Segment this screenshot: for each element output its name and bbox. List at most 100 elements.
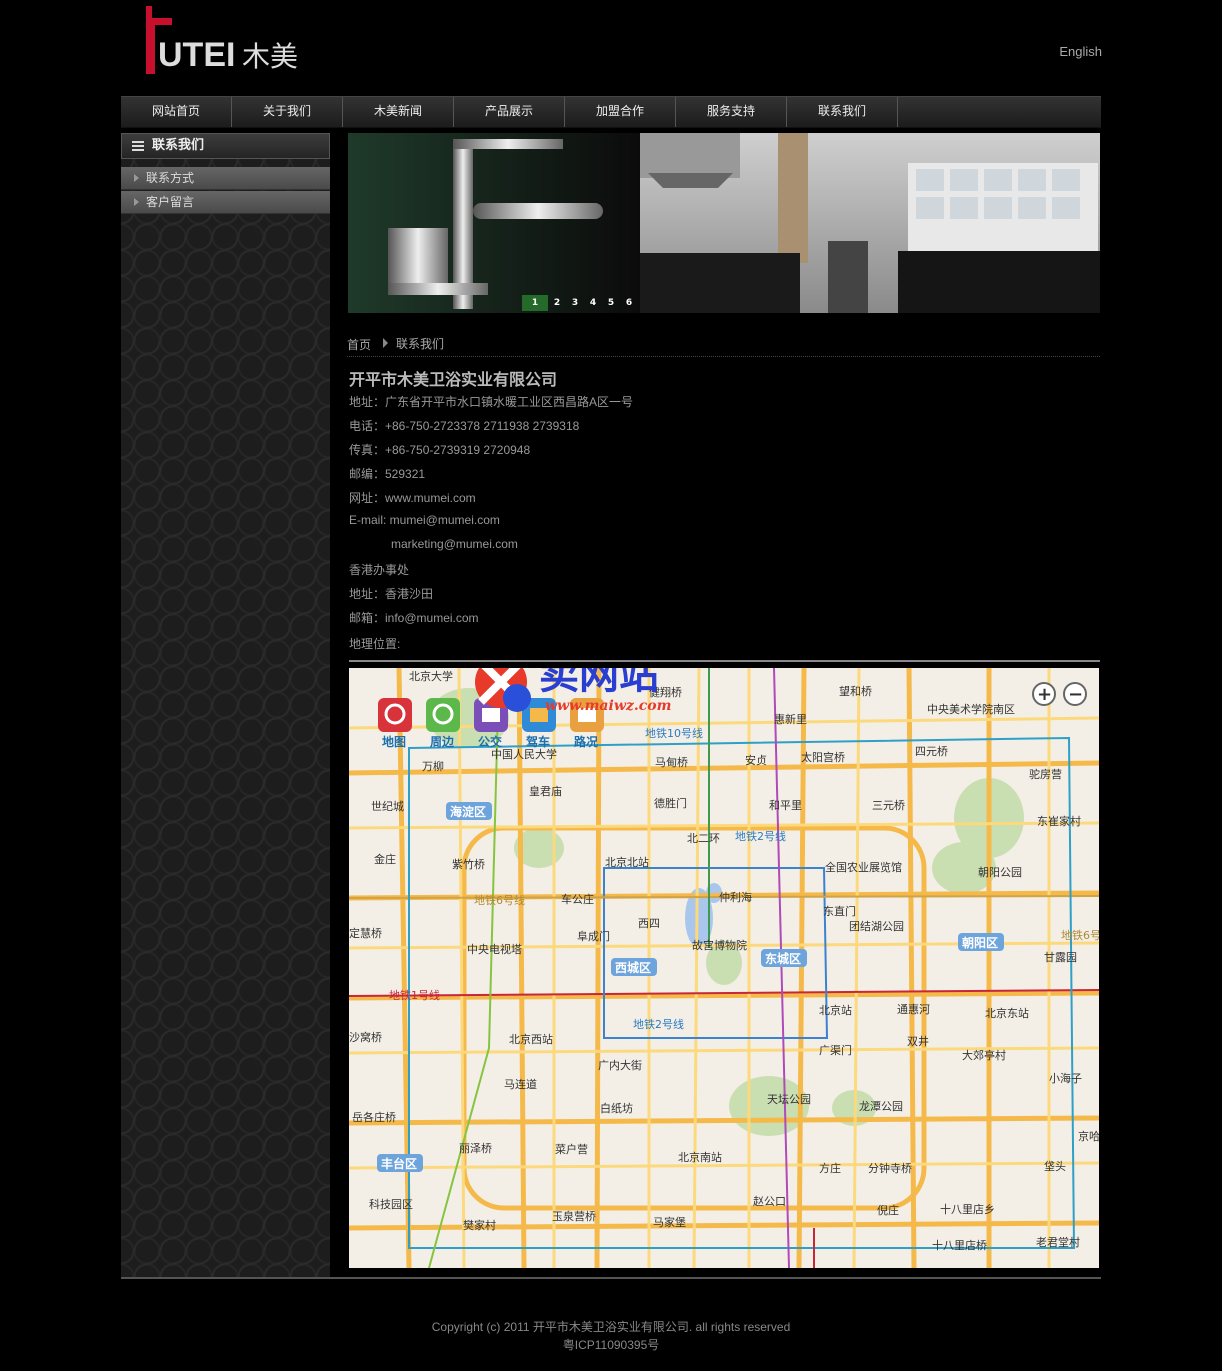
map-place-label: 北京站 xyxy=(819,1003,852,1017)
map-place-label: 甘露园 xyxy=(1044,951,1077,964)
map-place-label: 故宫博物院 xyxy=(692,938,747,952)
slide-pager: 1 2 3 4 5 6 xyxy=(522,295,638,311)
map-place-label: 全国农业展览馆 xyxy=(825,860,902,874)
map-tool-label: 公交 xyxy=(478,734,502,749)
map-place-label: 世纪城 xyxy=(371,800,404,813)
map-place-label: 马家堡 xyxy=(653,1215,686,1229)
map-place-label: 北京南站 xyxy=(678,1150,722,1164)
nav-support[interactable]: 服务支持 xyxy=(676,97,787,127)
map-place-label: 和平里 xyxy=(769,799,802,812)
map-place-label: 朝阳公园 xyxy=(978,866,1022,879)
map-place-label: 仲利海 xyxy=(719,890,752,904)
website-line: 网址：www.mumei.com xyxy=(349,491,476,505)
nav-news[interactable]: 木美新闻 xyxy=(343,97,454,127)
map-divider xyxy=(349,660,1100,662)
map-place-label: 北京东站 xyxy=(985,1006,1029,1020)
arrow-right-icon xyxy=(134,174,139,182)
subway-line-label: 地铁2号线 xyxy=(633,1017,684,1031)
list-icon xyxy=(132,141,144,151)
map-place-label: 十八里店乡 xyxy=(940,1202,995,1216)
banner-slideshow[interactable] xyxy=(348,133,1100,313)
slide-dot-3[interactable]: 3 xyxy=(566,295,584,311)
hk-address-line: 地址：香港沙田 xyxy=(349,587,434,601)
map-place-label: 望和桥 xyxy=(839,685,872,698)
nav-contact[interactable]: 联系我们 xyxy=(787,97,898,127)
map-place-label: 北京大学 xyxy=(409,669,453,683)
map-place-label: 樊家村 xyxy=(463,1218,496,1232)
subway-line-label: 地铁1号线 xyxy=(389,988,440,1002)
slide-dot-1[interactable]: 1 xyxy=(522,295,548,311)
zoom-out-icon: − xyxy=(1068,684,1083,705)
map-place-label: 倪庄 xyxy=(877,1203,899,1217)
map-place-label: 德胜门 xyxy=(654,796,687,810)
subway-line-label: 地铁6号线 xyxy=(1061,928,1099,942)
map-place-label: 西四 xyxy=(638,917,660,930)
map-place-label: 北京西站 xyxy=(509,1032,553,1046)
subway-line-label: 地铁6号线 xyxy=(474,893,525,907)
map-place-label: 马连道 xyxy=(504,1077,537,1091)
english-link[interactable]: English xyxy=(1040,44,1102,59)
phone-line: 电话：+86-750-2723378 2711938 2739318 xyxy=(349,419,580,433)
slide-dot-6[interactable]: 6 xyxy=(620,295,638,311)
address-line: 地址：广东省开平市水口镇水暖工业区西昌路A区一号 xyxy=(349,395,634,409)
map-place-label: 中央电视塔 xyxy=(467,942,522,956)
map-place-label: 广内大街 xyxy=(598,1058,642,1072)
map-canvas: 海淀区 西城区 东城区 朝阳区 丰台区 北京大学 万柳 世纪城 金庄 紫竹桥 中… xyxy=(349,668,1099,1268)
map-place-label: 中央美术学院南区 xyxy=(927,702,1015,716)
hk-office-line: 香港办事处 xyxy=(349,563,410,577)
map-place-label: 玉泉营桥 xyxy=(552,1209,596,1223)
footer-divider xyxy=(121,1277,1101,1279)
email-link-1[interactable]: mumei@mumei.com xyxy=(390,513,500,527)
map-place-label: 大郊亭村 xyxy=(962,1048,1006,1062)
map-place-label: 老君堂村 xyxy=(1036,1235,1080,1249)
icp-text[interactable]: 粤ICP11090395号 xyxy=(121,1336,1101,1354)
footer: Copyright (c) 2011 开平市木美卫浴实业有限公司. all ri… xyxy=(121,1318,1101,1354)
breadcrumb-home[interactable]: 首页 xyxy=(347,336,371,353)
map-place-label: 北二环 xyxy=(687,832,720,845)
map-place-label: 方庄 xyxy=(819,1161,841,1175)
nav-home[interactable]: 网站首页 xyxy=(121,97,232,127)
map-place-label: 马甸桥 xyxy=(655,756,688,769)
map-place-label: 万柳 xyxy=(422,759,444,773)
nav-about[interactable]: 关于我们 xyxy=(232,97,343,127)
baidu-map[interactable]: 海淀区 西城区 东城区 朝阳区 丰台区 北京大学 万柳 世纪城 金庄 紫竹桥 中… xyxy=(349,668,1099,1268)
map-tool-label: 路况 xyxy=(574,734,598,749)
map-place-label: 白纸坊 xyxy=(600,1101,633,1115)
sidebar-item-message[interactable]: 客户留言 xyxy=(121,191,330,214)
map-place-label: 北京北站 xyxy=(605,855,649,869)
map-place-label: 东崔家村 xyxy=(1037,814,1081,828)
email-label: E-mail: xyxy=(349,513,390,527)
email-link-2[interactable]: marketing@mumei.com xyxy=(391,537,518,551)
company-name: 开平市木美卫浴实业有限公司 xyxy=(349,370,558,389)
map-place-label: 皇君庙 xyxy=(529,784,562,798)
map-place-label: 定慧桥 xyxy=(349,926,382,940)
slide-dot-2[interactable]: 2 xyxy=(548,295,566,311)
map-place-label: 京哈 xyxy=(1078,1129,1099,1143)
slide-dot-5[interactable]: 5 xyxy=(602,295,620,311)
map-tool-label: 周边 xyxy=(430,734,455,749)
map-place-label: 通惠河 xyxy=(897,1002,930,1016)
map-place-label: 天坛公园 xyxy=(767,1093,811,1106)
breadcrumb-separator-icon xyxy=(383,338,388,348)
map-place-label: 沙窝桥 xyxy=(349,1030,382,1044)
nav-products[interactable]: 产品展示 xyxy=(454,97,565,127)
map-place-label: 三元桥 xyxy=(872,799,905,812)
site-logo[interactable]: UTEI 木美 xyxy=(140,4,310,94)
svg-text:卖网站: 卖网站 xyxy=(539,668,659,698)
sidebar xyxy=(121,133,330,1279)
map-place-label: 岳各庄桥 xyxy=(352,1110,396,1124)
nav-franchise[interactable]: 加盟合作 xyxy=(565,97,676,127)
district-label: 朝阳区 xyxy=(962,935,998,950)
slide-dot-4[interactable]: 4 xyxy=(584,295,602,311)
logo-text: UTEI xyxy=(158,36,235,74)
map-place-label: 广渠门 xyxy=(819,1043,852,1057)
map-place-label: 中国人民大学 xyxy=(491,747,557,761)
breadcrumb: 首页 联系我们 xyxy=(347,336,1100,357)
district-label: 西城区 xyxy=(615,960,651,975)
copyright-text: Copyright (c) 2011 开平市木美卫浴实业有限公司. all ri… xyxy=(431,1320,791,1334)
breadcrumb-current: 联系我们 xyxy=(396,337,445,351)
map-place-label: 东直门 xyxy=(823,904,856,918)
svg-text:www.maiwz.com: www.maiwz.com xyxy=(545,698,671,714)
map-place-label: 金庄 xyxy=(374,852,396,866)
sidebar-item-contact-info[interactable]: 联系方式 xyxy=(121,167,330,190)
